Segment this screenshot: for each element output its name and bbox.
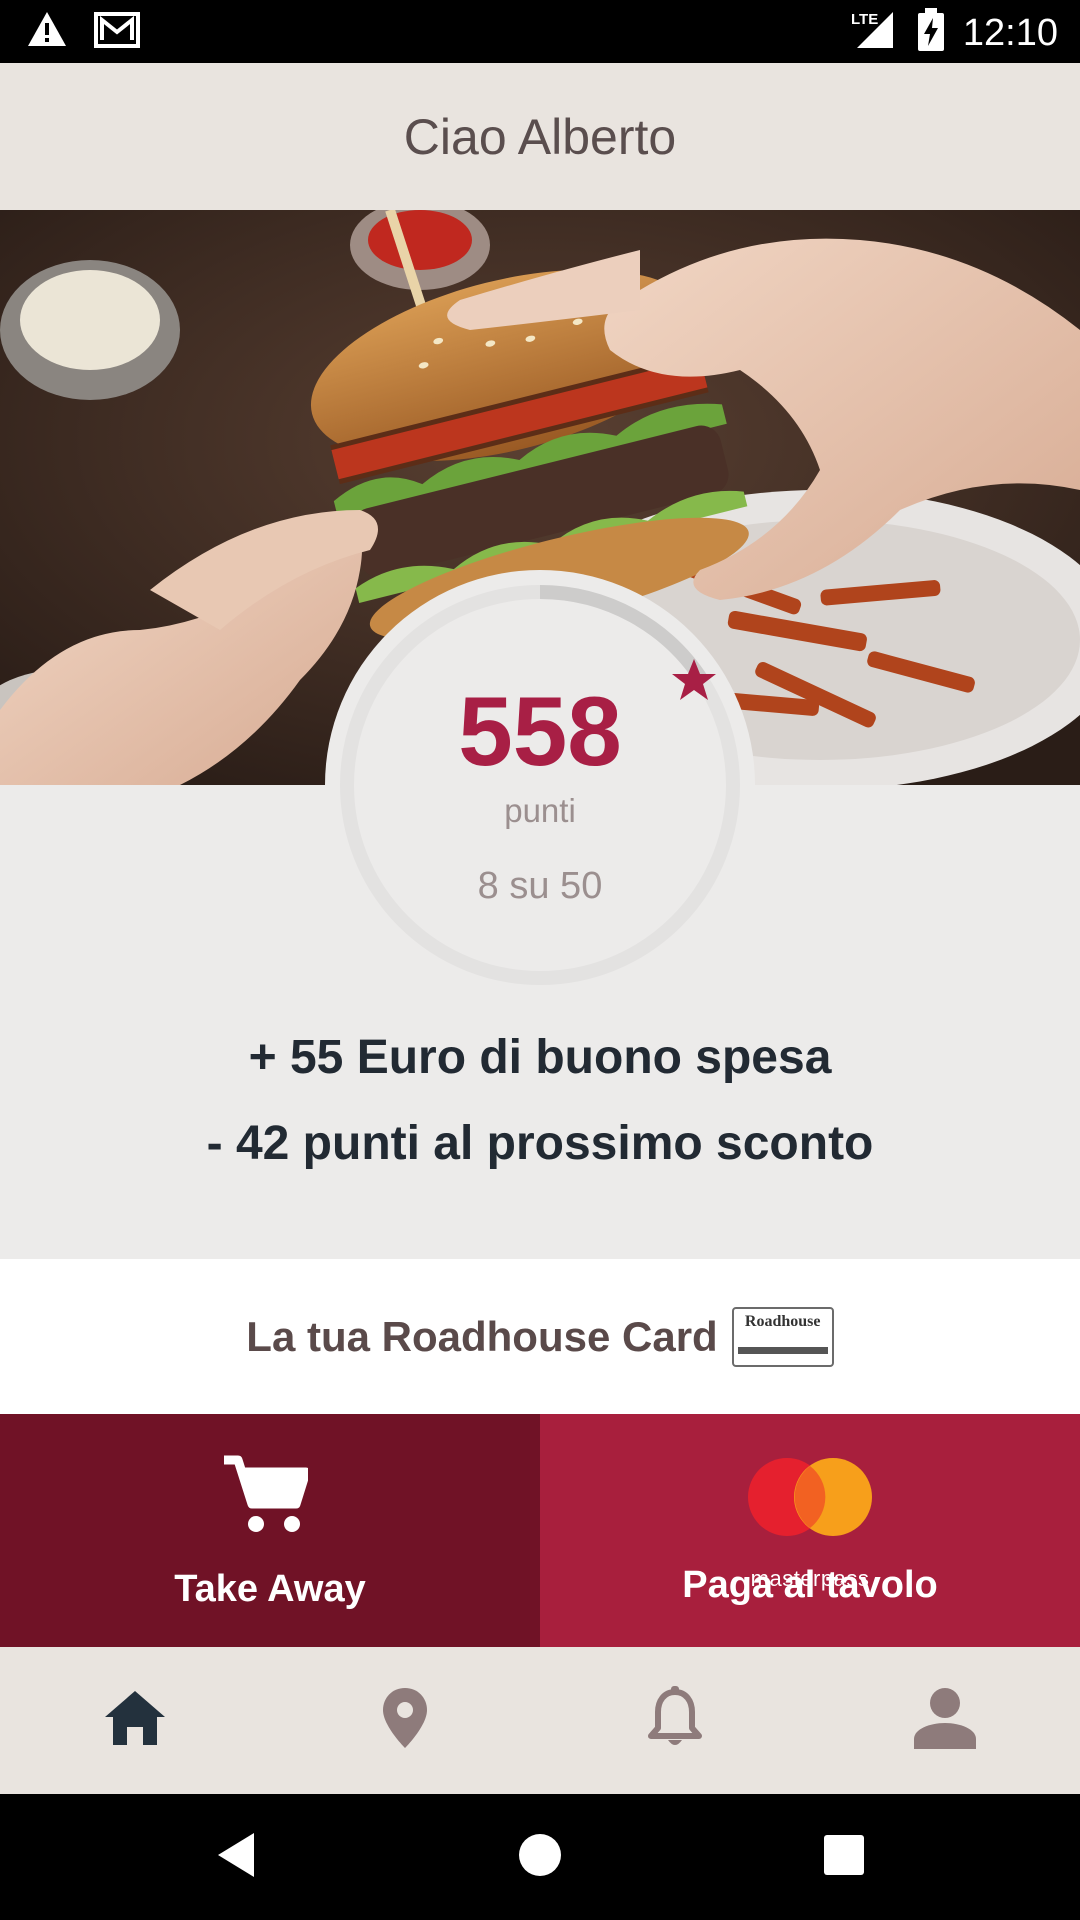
roadhouse-logo-text: Roadhouse xyxy=(744,1312,821,1330)
greeting-title: Ciao Alberto xyxy=(403,108,677,165)
home-circle-icon xyxy=(518,1833,562,1882)
take-away-label: Take Away xyxy=(174,1568,366,1610)
recents-icon xyxy=(823,1834,865,1881)
pay-at-table-label: Paga al tavolo xyxy=(682,1564,938,1606)
home-system-button[interactable] xyxy=(480,1794,600,1920)
bottom-navigation xyxy=(0,1647,1080,1794)
pay-at-table-button[interactable]: masterpass Paga al tavolo xyxy=(540,1414,1080,1647)
location-pin-icon xyxy=(381,1686,429,1755)
points-progress-text: 8 su 50 xyxy=(477,865,603,907)
network-label: LTE xyxy=(851,11,878,28)
voucher-info: + 55 Euro di buono spesa xyxy=(248,1031,832,1084)
nav-locations[interactable] xyxy=(270,1647,540,1794)
points-unit-label: punti xyxy=(504,792,576,829)
recents-button[interactable] xyxy=(784,1794,904,1920)
battery-charging-icon xyxy=(917,8,945,57)
nav-profile[interactable] xyxy=(810,1647,1080,1794)
profile-icon xyxy=(912,1687,978,1754)
back-button[interactable] xyxy=(176,1794,296,1920)
action-buttons: Take Away masterpass Paga al tavolo xyxy=(0,1414,1080,1647)
card-label: La tua Roadhouse Card xyxy=(246,1312,718,1360)
nav-home[interactable] xyxy=(0,1647,270,1794)
status-time: 12:10 xyxy=(962,11,1058,54)
back-icon xyxy=(214,1831,258,1884)
points-value: 558 xyxy=(458,676,622,786)
roadhouse-card-logo: Roadhouse xyxy=(731,1306,834,1367)
system-navigation-bar xyxy=(0,1794,1080,1920)
next-discount-info: - 42 punti al prossimo sconto xyxy=(206,1117,874,1170)
app-header: Ciao Alberto xyxy=(0,63,1080,210)
status-bar: LTE 12:10 xyxy=(0,0,1080,63)
nav-notifications[interactable] xyxy=(540,1647,810,1794)
masterpass-logo: masterpass xyxy=(735,1450,885,1591)
signal-icon: LTE xyxy=(849,8,899,57)
points-circle: 558 punti 8 su 50 xyxy=(325,570,755,1000)
warning-icon xyxy=(26,10,68,53)
bell-icon xyxy=(648,1686,702,1755)
home-icon xyxy=(103,1689,167,1752)
take-away-button[interactable]: Take Away xyxy=(0,1414,540,1647)
roadhouse-card-button[interactable]: La tua Roadhouse Card Roadhouse xyxy=(0,1259,1080,1414)
gmail-icon xyxy=(94,10,140,53)
cart-icon xyxy=(222,1454,311,1541)
